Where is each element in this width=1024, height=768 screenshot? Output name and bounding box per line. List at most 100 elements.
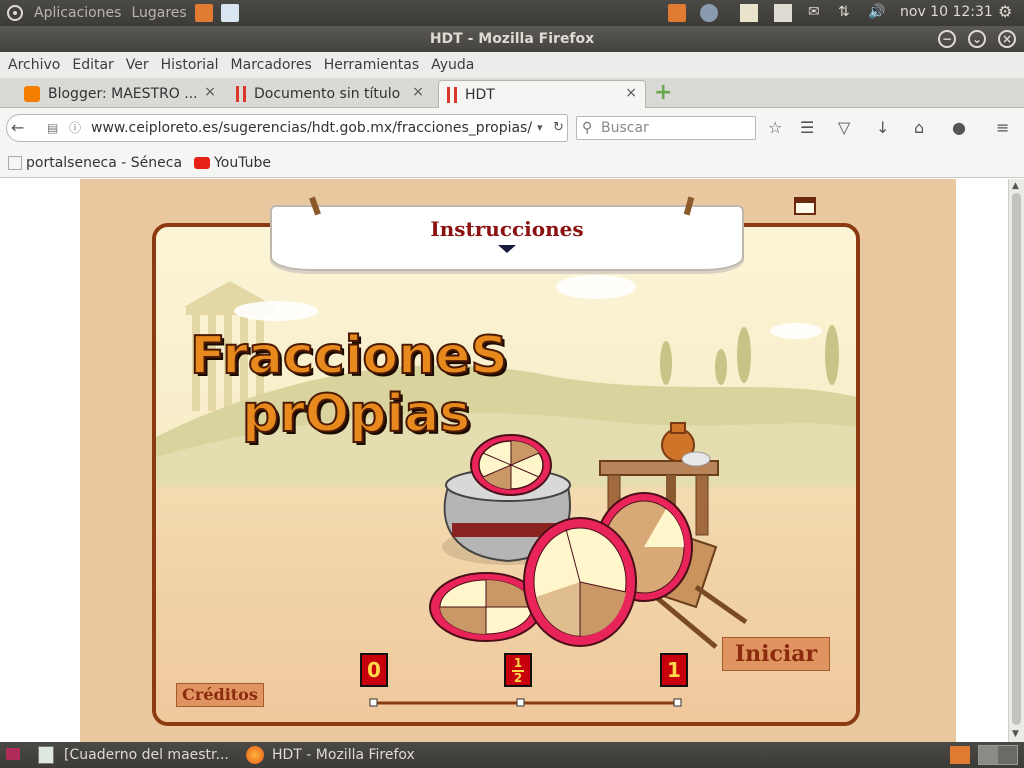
weather-tray-icon[interactable]	[740, 4, 758, 22]
page-content: FraccioneS prOpias 0 1 2 1 Iniciar Crédi…	[0, 179, 1008, 742]
menu-archivo[interactable]: Archivo	[8, 57, 60, 73]
menu-ver[interactable]: Ver	[126, 57, 149, 73]
reload-icon[interactable]: ↻	[553, 115, 564, 141]
clock[interactable]: nov 10 12:31	[900, 4, 993, 20]
ubuntu-logo-icon[interactable]	[6, 4, 24, 22]
chat-icon[interactable]: ●	[952, 118, 996, 137]
folder-tray-icon[interactable]	[668, 4, 686, 22]
start-button[interactable]: Iniciar	[722, 637, 830, 671]
tab-label: HDT	[465, 86, 495, 103]
tab-close-icon[interactable]: ×	[625, 85, 637, 101]
slider-handle-one[interactable]	[673, 698, 682, 707]
system-top-panel: Aplicaciones Lugares ✉ ⇅ 🔊 nov 10 12:31 …	[0, 0, 1024, 26]
menu-ayuda[interactable]: Ayuda	[431, 57, 474, 73]
fullscreen-icon[interactable]	[794, 197, 816, 215]
reading-list-icon[interactable]: ☰	[800, 118, 838, 137]
blogger-icon	[24, 86, 40, 102]
vertical-scrollbar[interactable]: ▲ ▼	[1008, 179, 1024, 742]
tab-close-icon[interactable]: ×	[204, 84, 216, 100]
instructions-banner[interactable]: Instrucciones	[270, 196, 744, 271]
applications-menu[interactable]: Aplicaciones	[34, 5, 121, 21]
taskbar-item-firefox[interactable]: HDT - Mozilla Firefox	[246, 744, 415, 766]
menu-bar: Archivo Editar Ver Historial Marcadores …	[0, 52, 1024, 78]
network-icon[interactable]: ⇅	[838, 4, 856, 22]
users-tray-icon[interactable]	[700, 4, 718, 22]
fraction-wheel-thirds	[523, 517, 637, 647]
label-half: 1 2	[504, 653, 532, 687]
document-icon	[38, 746, 54, 764]
youtube-icon	[194, 156, 211, 169]
bookmark-youtube[interactable]: YouTube	[214, 155, 271, 171]
menu-marcadores[interactable]: Marcadores	[231, 57, 312, 73]
places-menu[interactable]: Lugares	[131, 5, 186, 21]
bookmark-seneca[interactable]: portalseneca - Séneca	[26, 155, 182, 171]
window-titlebar: HDT - Mozilla Firefox − ⌄ ×	[0, 26, 1024, 52]
pause-icon	[236, 86, 246, 102]
slider-handle-zero[interactable]	[369, 698, 378, 707]
back-arrow-icon[interactable]: ←	[11, 115, 24, 141]
checkbox-tray-icon[interactable]	[774, 4, 792, 22]
dropdown-icon[interactable]: ▾	[537, 115, 543, 141]
search-input[interactable]: ⚲ Buscar	[576, 116, 756, 140]
taskbar-item-cuaderno[interactable]: [Cuaderno del maestr...	[38, 744, 229, 766]
page-icon	[8, 155, 22, 170]
tab-close-icon[interactable]: ×	[412, 84, 424, 100]
maximize-button[interactable]: ⌄	[968, 30, 986, 48]
mail-icon[interactable]: ✉	[808, 4, 826, 22]
folder-icon[interactable]	[950, 746, 970, 764]
pin-left-icon	[309, 196, 321, 216]
slider-handle-half[interactable]	[516, 698, 525, 707]
menu-editar[interactable]: Editar	[72, 57, 113, 73]
page-info-icon[interactable]: ▤	[47, 115, 58, 141]
menu-herramientas[interactable]: Herramientas	[324, 57, 419, 73]
tab-blogger[interactable]: Blogger: MAESTRO ... ×	[16, 80, 224, 108]
bottom-taskbar: [Cuaderno del maestr... HDT - Mozilla Fi…	[0, 742, 1024, 768]
url-bar[interactable]: ← ▤ ⓘ www.ceiploreto.es/sugerencias/hdt.…	[6, 114, 568, 142]
folder-icon[interactable]	[194, 4, 213, 22]
workspace-switcher-icon[interactable]	[978, 745, 1018, 765]
taskbar-label: HDT - Mozilla Firefox	[272, 747, 415, 763]
download-icon[interactable]: ↓	[876, 118, 914, 137]
navigation-bar: ← ▤ ⓘ www.ceiploreto.es/sugerencias/hdt.…	[0, 108, 1024, 148]
power-gear-icon[interactable]: ⚙	[998, 2, 1012, 21]
title-line-2: prOpias	[241, 384, 471, 444]
show-desktop-icon[interactable]	[6, 748, 20, 760]
label-one: 1	[660, 653, 688, 687]
game-frame: FraccioneS prOpias 0 1 2 1 Iniciar Crédi…	[152, 223, 860, 726]
scroll-up-icon[interactable]: ▲	[1012, 181, 1019, 191]
minimize-button[interactable]: −	[938, 30, 956, 48]
bookmark-star-icon[interactable]: ☆	[768, 118, 800, 137]
close-button[interactable]: ×	[998, 30, 1016, 48]
scrollbar-thumb[interactable]	[1012, 193, 1021, 725]
tab-label: Documento sin título	[254, 86, 401, 102]
scroll-down-icon[interactable]: ▼	[1012, 729, 1019, 739]
hamburger-menu-icon[interactable]: ≡	[996, 118, 1009, 137]
search-placeholder: Buscar	[601, 120, 649, 136]
game-title: FraccioneS prOpias	[189, 326, 509, 444]
label-half-numerator: 1	[512, 656, 524, 672]
window-title: HDT - Mozilla Firefox	[429, 31, 595, 47]
instructions-title: Instrucciones	[430, 217, 584, 241]
menu-historial[interactable]: Historial	[161, 57, 219, 73]
bookmarks-bar: portalseneca - Séneca YouTube	[0, 148, 1024, 178]
home-icon[interactable]: ⌂	[914, 118, 952, 137]
tab-documento[interactable]: Documento sin título ×	[228, 80, 432, 108]
label-zero-text: 0	[367, 658, 381, 682]
tab-bar: Blogger: MAESTRO ... × Documento sin tít…	[0, 78, 1024, 108]
label-zero: 0	[360, 653, 388, 687]
title-line-1: FraccioneS	[189, 326, 509, 386]
site-identity-icon[interactable]: ⓘ	[69, 115, 81, 141]
pocket-icon[interactable]: ▽	[838, 118, 876, 137]
credits-button[interactable]: Créditos	[176, 683, 264, 707]
instructions-arrow-icon[interactable]	[498, 245, 516, 253]
document-icon[interactable]	[220, 4, 239, 22]
tab-hdt[interactable]: HDT ×	[438, 80, 646, 108]
label-half-denominator: 2	[513, 671, 523, 685]
pin-right-icon	[683, 196, 695, 216]
firefox-icon	[246, 746, 264, 764]
label-one-text: 1	[667, 658, 681, 682]
new-tab-plus-icon[interactable]: +	[654, 80, 672, 105]
game-area: FraccioneS prOpias 0 1 2 1 Iniciar Crédi…	[80, 179, 956, 742]
volume-icon[interactable]: 🔊	[868, 4, 886, 22]
pause-icon	[447, 86, 457, 103]
